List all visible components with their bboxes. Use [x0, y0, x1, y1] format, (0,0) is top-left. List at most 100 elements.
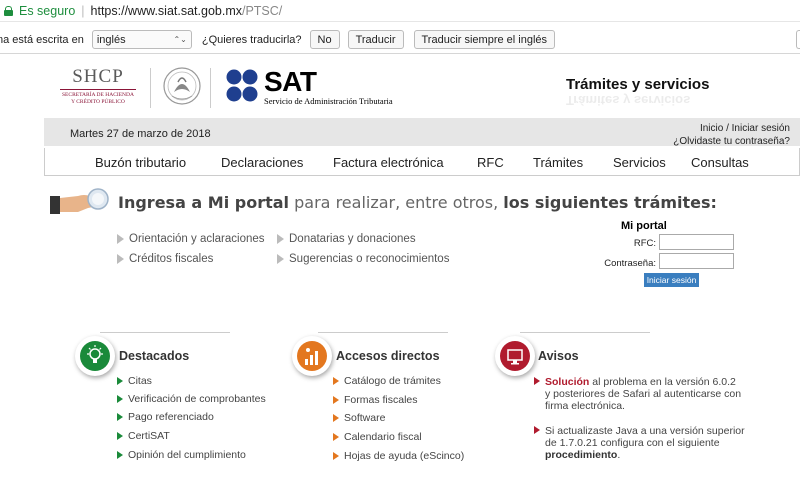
- sat-subtitle: Servicio de Administración Tributaria: [264, 96, 393, 106]
- aviso-text: de 1.7.0.21 configura con el siguiente: [545, 437, 720, 449]
- item-label: Formas fiscales: [344, 394, 418, 406]
- login-link[interactable]: Inicio / Iniciar sesión: [673, 122, 790, 135]
- bulb-icon: [80, 341, 110, 371]
- menu-item-servicios[interactable]: Servicios: [613, 155, 666, 170]
- url-path: /PTSC/: [241, 3, 283, 18]
- main-menu: Buzón tributario Declaraciones Factura e…: [44, 148, 800, 176]
- bullet-triangle-icon: [117, 432, 123, 440]
- portal-link-label: Créditos fiscales: [129, 253, 214, 265]
- options-button[interactable]: [796, 30, 800, 49]
- login-links: Inicio / Iniciar sesión ¿Olvidaste tu co…: [673, 122, 790, 148]
- menu-item-declaraciones[interactable]: Declaraciones: [221, 155, 303, 170]
- bullet-triangle-icon: [333, 452, 339, 460]
- destacado-verificacion[interactable]: Verificación de comprobantes: [117, 393, 266, 405]
- aviso-safari[interactable]: Solución al problema en la versión 6.0.2…: [534, 376, 784, 412]
- shcp-sub-1: SECRETARÍA DE HACIENDA: [62, 92, 134, 98]
- aviso-java[interactable]: Si actualizaste Java a una versión super…: [534, 425, 794, 461]
- bullet-triangle-icon: [534, 377, 540, 386]
- aviso-safari-link[interactable]: Solución: [545, 376, 589, 388]
- password-input[interactable]: [659, 253, 734, 269]
- headline-middle: para realizar, entre otros,: [289, 193, 504, 212]
- accesos-icon-circle: [292, 336, 332, 376]
- headline-bold-2: los siguientes trámites:: [503, 193, 717, 212]
- page-title: Trámites y servicios: [566, 76, 710, 93]
- bullet-triangle-icon: [277, 234, 284, 244]
- acceso-hojas[interactable]: Hojas de ayuda (eScinco): [333, 450, 464, 462]
- aviso-text: y posteriores de Safari al autenticarse …: [545, 388, 742, 400]
- portal-link-donatarias[interactable]: Donatarias y donaciones: [277, 233, 416, 245]
- item-label: Hojas de ayuda (eScinco): [344, 450, 465, 462]
- shcp-sub-2: Y CRÉDITO PÚBLICO: [71, 99, 125, 105]
- bullet-triangle-icon: [117, 254, 124, 264]
- forgot-password-link[interactable]: ¿Olvidaste tu contraseña?: [673, 135, 790, 148]
- section-divider: [520, 332, 650, 333]
- aviso-text: al problema en la versión 6.0.2: [589, 376, 736, 388]
- destacado-citas[interactable]: Citas: [117, 375, 152, 387]
- destacado-opinion[interactable]: Opinión del cumplimiento: [117, 449, 246, 461]
- avisos-title: Avisos: [538, 349, 579, 363]
- date-bar: Martes 27 de marzo de 2018 Inicio / Inic…: [44, 118, 800, 148]
- portal-link-orientacion[interactable]: Orientación y aclaraciones: [117, 233, 265, 245]
- aviso-text: firma electrónica.: [545, 400, 625, 412]
- separator: |: [81, 3, 85, 18]
- bullet-triangle-icon: [117, 395, 123, 403]
- destacado-certisat[interactable]: CertiSAT: [117, 430, 170, 442]
- rfc-input[interactable]: [659, 234, 734, 250]
- bullet-triangle-icon: [117, 234, 124, 244]
- bullet-triangle-icon: [117, 451, 123, 459]
- password-label: Contraseña:: [604, 258, 656, 269]
- item-label: CertiSAT: [128, 430, 170, 442]
- language-select[interactable]: inglés ⌃⌄: [91, 30, 192, 49]
- menu-item-tramites[interactable]: Trámites: [533, 155, 583, 170]
- translate-button[interactable]: Traducir: [347, 30, 404, 49]
- sat-logo-icon[interactable]: [225, 68, 265, 104]
- pointing-hand-icon: [50, 188, 109, 214]
- accesos-title: Accesos directos: [336, 349, 440, 363]
- portal-link-label: Orientación y aclaraciones: [129, 233, 265, 245]
- translate-message: na está escrita en: [0, 33, 84, 46]
- login-button[interactable]: Iniciar sesión: [644, 273, 699, 287]
- login-title: Mi portal: [621, 220, 667, 232]
- address-bar[interactable]: Es seguro | https://www.siat.sat.gob.mx /…: [0, 0, 800, 22]
- shcp-logo[interactable]: SHCP SECRETARÍA DE HACIENDA Y CRÉDITO PÚ…: [56, 66, 140, 106]
- portal-link-label: Sugerencias o reconocimientos: [289, 253, 450, 265]
- section-divider: [318, 332, 448, 333]
- procedimiento-link[interactable]: procedimiento: [545, 449, 617, 461]
- sat-title: SAT: [264, 66, 317, 97]
- item-label: Calendario fiscal: [344, 431, 422, 443]
- item-label: Opinión del cumplimiento: [128, 449, 246, 461]
- destacados-icon-circle: [75, 336, 115, 376]
- acceso-catalogo[interactable]: Catálogo de trámites: [333, 375, 441, 387]
- shcp-divider: [60, 89, 136, 90]
- translate-bar: na está escrita en inglés ⌃⌄ ¿Quieres tr…: [0, 26, 800, 54]
- always-translate-button[interactable]: Traducir siempre el inglés: [413, 30, 556, 49]
- menu-item-consultas[interactable]: Consultas: [691, 155, 749, 170]
- bullet-triangle-icon: [333, 396, 339, 404]
- language-value: inglés: [96, 33, 126, 46]
- portal-link-sugerencias[interactable]: Sugerencias o reconocimientos: [277, 253, 449, 265]
- acceso-formas[interactable]: Formas fiscales: [333, 394, 418, 406]
- avisos-icon-circle: [495, 336, 535, 376]
- lock-icon: [4, 5, 13, 16]
- portal-link-creditos[interactable]: Créditos fiscales: [117, 253, 213, 265]
- menu-item-factura[interactable]: Factura electrónica: [333, 155, 444, 170]
- item-label: Catálogo de trámites: [344, 375, 441, 387]
- translate-question: ¿Quieres traducirla?: [201, 33, 302, 46]
- portal-headline: Ingresa a Mi portal para realizar, entre…: [118, 193, 717, 212]
- menu-item-rfc[interactable]: RFC: [477, 155, 504, 170]
- menu-item-buzon[interactable]: Buzón tributario: [95, 155, 186, 170]
- current-date: Martes 27 de marzo de 2018: [70, 128, 211, 140]
- select-arrows-icon: ⌃⌄: [173, 35, 187, 44]
- item-label: Pago referenciado: [128, 411, 214, 423]
- acceso-software[interactable]: Software: [333, 412, 385, 424]
- shcp-title: SHCP: [72, 66, 124, 87]
- bullet-triangle-icon: [333, 377, 339, 385]
- no-button[interactable]: No: [309, 30, 340, 49]
- destacado-pago[interactable]: Pago referenciado: [117, 411, 214, 423]
- item-label: Software: [344, 412, 386, 424]
- bullet-triangle-icon: [117, 413, 123, 421]
- secure-label: Es seguro: [19, 3, 76, 18]
- bullet-triangle-icon: [333, 433, 339, 441]
- rfc-label: RFC:: [633, 238, 656, 249]
- acceso-calendario[interactable]: Calendario fiscal: [333, 431, 422, 443]
